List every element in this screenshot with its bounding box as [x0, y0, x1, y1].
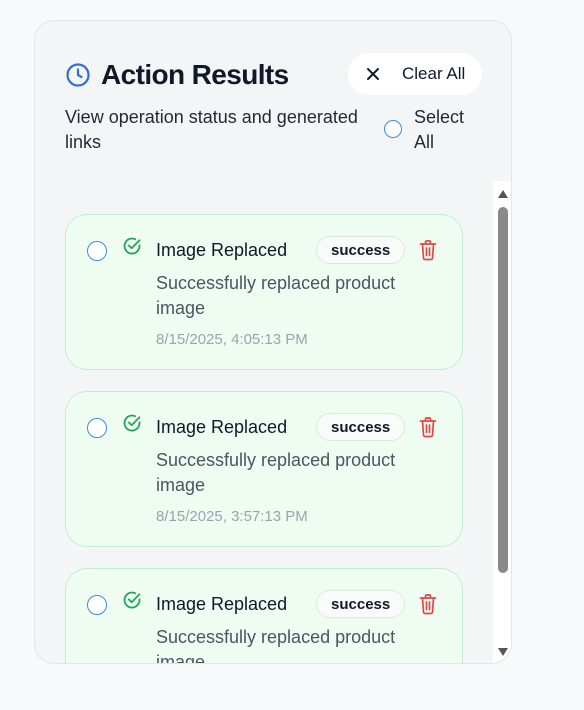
page-title: Action Results: [101, 59, 289, 90]
scroll-up-arrow-icon[interactable]: [497, 189, 509, 199]
result-message: Successfully replaced product image: [156, 450, 396, 495]
select-all-toggle[interactable]: Select All: [384, 105, 474, 155]
result-timestamp: 8/15/2025, 4:05:13 PM: [156, 331, 308, 348]
header: Action Results: [65, 59, 289, 91]
check-circle-icon: [122, 236, 142, 256]
scroll-down-arrow-icon[interactable]: [497, 647, 509, 657]
clock-icon: [65, 62, 91, 88]
clear-all-button[interactable]: Clear All: [348, 53, 482, 95]
trash-icon[interactable]: [418, 239, 438, 261]
result-select-radio[interactable]: [87, 418, 107, 438]
result-title: Image Replaced: [156, 417, 288, 437]
results-list: Image Replaced success Successfully repl…: [35, 181, 493, 664]
status-badge: success: [316, 413, 406, 441]
result-card: Image Replaced success Successfully repl…: [65, 568, 463, 664]
status-badge: success: [316, 590, 406, 618]
result-select-radio[interactable]: [87, 241, 107, 261]
check-circle-icon: [122, 413, 142, 433]
page-subtitle: View operation status and generated link…: [65, 107, 358, 152]
result-title: Image Replaced: [156, 594, 288, 614]
result-title: Image Replaced: [156, 240, 288, 260]
results-scrollbar[interactable]: [493, 181, 511, 663]
result-card: Image Replaced success Successfully repl…: [65, 391, 463, 547]
result-message: Successfully replaced product image: [156, 627, 396, 664]
select-all-label: Select All: [414, 107, 465, 152]
trash-icon[interactable]: [418, 416, 438, 438]
select-all-radio[interactable]: [384, 120, 402, 138]
action-results-panel: Action Results Clear All View operation …: [34, 20, 512, 664]
scrollbar-thumb[interactable]: [498, 207, 508, 573]
result-message: Successfully replaced product image: [156, 273, 396, 318]
check-circle-icon: [122, 590, 142, 610]
clear-all-label: Clear All: [402, 64, 466, 83]
close-icon: [366, 67, 380, 81]
result-timestamp: 8/15/2025, 3:57:13 PM: [156, 508, 308, 525]
result-select-radio[interactable]: [87, 595, 107, 615]
result-card: Image Replaced success Successfully repl…: [65, 214, 463, 370]
trash-icon[interactable]: [418, 593, 438, 615]
status-badge: success: [316, 236, 406, 264]
